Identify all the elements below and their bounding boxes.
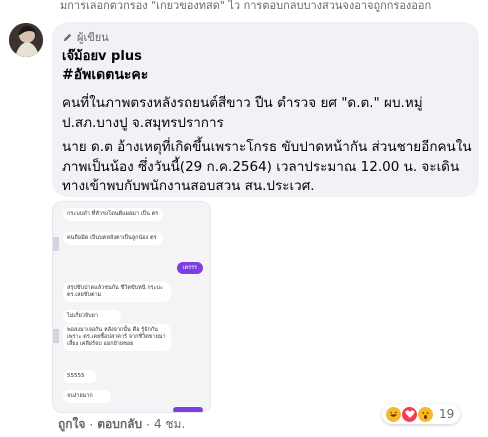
- comment-bubble: ผู้เขียน เจ๊ม้อยv plus #อัพเดตนะคะ คนที่…: [52, 22, 479, 197]
- reply-link[interactable]: ตอบกลับ: [97, 415, 142, 434]
- separator-dot: ·: [89, 417, 94, 432]
- author-name[interactable]: เจ๊ม้อยv plus: [62, 45, 142, 66]
- avatar[interactable]: [9, 23, 43, 57]
- author-badge-label: ผู้เขียน: [77, 31, 109, 44]
- chat-message-outgoing-partial: [173, 407, 203, 412]
- chat-message-incoming: ไม่เกี่ยวจับยา: [63, 310, 121, 323]
- chat-message-incoming: จบง่ายมาก: [63, 390, 111, 403]
- chat-message-incoming: 55555: [63, 370, 97, 383]
- comment-actions: ถูกใจ · ตอบกลับ · 4 ชม.: [58, 415, 185, 434]
- love-icon: [401, 405, 418, 423]
- comment-text-paragraph-2: นาย ด.ต อ้างเหตุที่เกิดขึ้นเพราะโกรธ ขับ…: [62, 139, 472, 194]
- avatar-image: [9, 23, 43, 57]
- author-badge: ผู้เขียน: [62, 28, 109, 46]
- reaction-count: 19: [439, 407, 455, 421]
- separator-dot: ·: [146, 417, 150, 432]
- haha-icon: [385, 405, 402, 423]
- reaction-summary[interactable]: 19: [382, 404, 461, 424]
- like-link[interactable]: ถูกใจ: [58, 415, 85, 434]
- timestamp-link[interactable]: 4 ชม.: [154, 415, 185, 434]
- pencil-icon: [63, 33, 72, 41]
- chat-message-incoming: พอลงมาเจอกัน หลังจากนั้น คือ รู้จักกัน เ…: [63, 324, 171, 351]
- comment-text-paragraph-1: คนที่ในภาพตรงหลังรถยนต์สีขาว ปืน ตำรวจ ย…: [62, 95, 423, 131]
- hashtag-link[interactable]: #อัพเดตนะคะ: [62, 64, 148, 86]
- chat-message-outgoing: เครรร: [176, 262, 203, 274]
- chat-message-incoming: คนถือมีด เป็นบคหลังตาเป็นลูกน้อง ตร: [63, 232, 163, 245]
- chat-avatar-blur: [53, 329, 59, 343]
- attached-chat-screenshot[interactable]: กระบบดำ ที่หัวรถโดนตีแผลมา เป็น ตร คนถือ…: [52, 201, 211, 413]
- chat-message-incoming: กระบบดำ ที่หัวรถโดนตีแผลมา เป็น ตร: [63, 208, 163, 221]
- filtered-replies-notice: มการเลอกตวกรอง "เกยวของทสด" ไว การตอบกลบ…: [60, 0, 432, 12]
- chat-message-incoming: สรุปขับปาดแล้วชนกัน ชีวิตขับหนี กระบะตร.…: [63, 282, 171, 302]
- chat-avatar-blur: [53, 237, 59, 251]
- wow-icon: [417, 405, 434, 423]
